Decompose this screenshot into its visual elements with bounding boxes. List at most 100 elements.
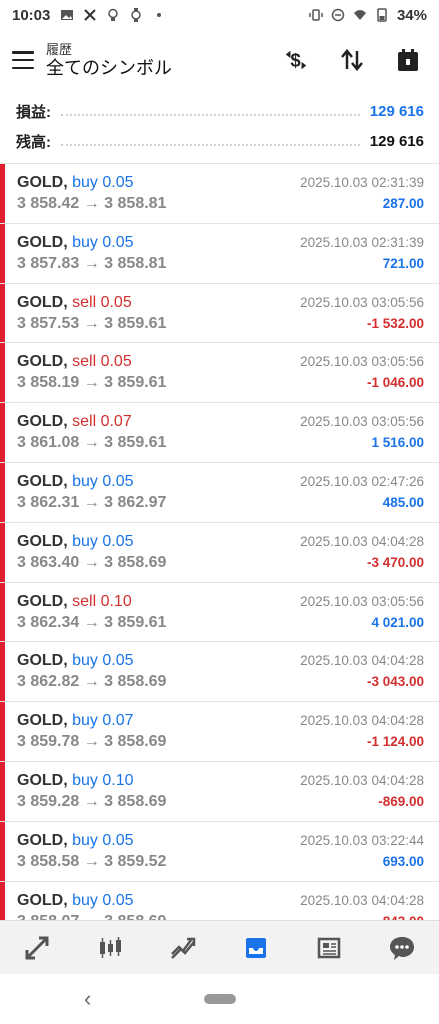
trade-time: 2025.10.03 03:05:56 [300,294,424,310]
trade-row[interactable]: GOLD, sell 0.10 2025.10.03 03:05:56 3 86… [0,582,439,643]
trade-deal: GOLD, buy 0.05 [17,473,134,491]
do-not-disturb-icon [331,8,345,22]
trade-row[interactable]: GOLD, buy 0.05 2025.10.03 04:04:28 3 863… [0,522,439,583]
news-icon[interactable] [312,931,346,965]
profit-row: 損益: 129 616 [0,96,439,126]
dot-icon [157,13,162,17]
trade-deal: GOLD, buy 0.05 [17,652,134,670]
vibrate-icon [309,9,323,21]
balance-value: 129 616 [369,132,424,150]
sort-icon[interactable] [339,47,365,73]
summary-panel: 損益: 129 616 残高: 129 616 [0,96,439,156]
trade-row[interactable]: GOLD, buy 0.05 2025.10.03 02:31:39 3 857… [0,223,439,284]
trade-symbol: GOLD, [17,652,68,670]
trade-side-indicator [0,223,5,283]
trade-symbol: GOLD, [17,293,68,311]
trade-type: sell 0.05 [72,293,132,311]
status-bar: 10:03 34% [0,0,439,30]
trade-prices: 3 862.34 → 3 859.61 [17,613,167,631]
trade-line-1: GOLD, sell 0.05 2025.10.03 03:05:56 [17,294,424,315]
trade-symbol: GOLD, [17,592,68,610]
trade-deal: GOLD, buy 0.05 [17,234,134,252]
trade-line-2: 3 858.42 → 3 858.81 287.00 [17,195,424,216]
trade-row[interactable]: GOLD, buy 0.07 2025.10.03 04:04:28 3 859… [0,702,439,762]
trade-time: 2025.10.03 04:04:28 [300,533,424,549]
history-icon[interactable] [239,931,273,965]
trade-row[interactable]: GOLD, buy 0.05 2025.10.03 02:47:26 3 862… [0,462,439,523]
trade-line-1: GOLD, buy 0.05 2025.10.03 02:31:39 [17,234,424,255]
trade-profit: 693.00 [382,853,424,869]
trade-symbol: GOLD, [17,712,68,730]
trade-prices: 3 857.53 → 3 859.61 [17,314,167,332]
trade-prices: 3 859.28 → 3 858.69 [17,792,167,810]
trade-line-1: GOLD, sell 0.07 2025.10.03 03:05:56 [17,413,424,434]
trade-row[interactable]: GOLD, sell 0.07 2025.10.03 03:05:56 3 86… [0,403,439,463]
trade-type: buy 0.05 [72,174,134,191]
messages-icon[interactable] [385,931,419,965]
trade-deal: GOLD, sell 0.10 [17,593,132,611]
trade-icon[interactable] [166,931,200,965]
trade-type: buy 0.05 [72,472,134,490]
trade-row[interactable]: GOLD, buy 0.05 2025.10.03 04:04:28 3 862… [0,642,439,703]
trade-profit: -3 470.00 [366,554,424,570]
trade-symbol: GOLD, [17,532,68,550]
notification-icons [60,8,166,22]
trade-line-2: 3 862.82 → 3 858.69 -3 043.00 [17,673,424,694]
trade-row[interactable]: GOLD, sell 0.05 2025.10.03 03:05:56 3 85… [0,283,439,344]
chart-icon[interactable] [93,931,127,965]
status-time: 10:03 [12,6,51,24]
currency-exchange-icon[interactable]: $ [283,47,309,73]
trade-line-2: 3 862.31 → 3 862.97 485.00 [17,494,424,515]
balance-label: 残高: [16,133,51,151]
trade-line-1: GOLD, buy 0.05 2025.10.03 02:31:39 [17,174,424,195]
trade-symbol: GOLD, [17,891,68,909]
trade-symbol: GOLD, [17,831,68,849]
trade-history-list[interactable]: GOLD, buy 0.05 2025.10.03 02:31:39 3 858… [0,163,439,920]
trade-deal: GOLD, sell 0.05 [17,294,132,312]
trade-side-indicator [0,343,5,403]
trade-type: buy 0.05 [72,891,134,909]
trade-time: 2025.10.03 04:04:28 [300,772,424,788]
home-pill[interactable] [203,994,236,1004]
trade-line-1: GOLD, buy 0.05 2025.10.03 02:47:26 [17,473,424,494]
lightbulb-icon [108,8,119,21]
trade-line-1: GOLD, buy 0.07 2025.10.03 04:04:28 [17,712,424,733]
page-title: 全てのシンボル [46,57,172,78]
quotes-icon[interactable] [20,931,54,965]
trade-profit: -1 046.00 [366,375,424,391]
trade-deal: GOLD, buy 0.07 [17,712,134,730]
trade-profit: 287.00 [382,196,424,211]
trade-line-1: GOLD, sell 0.10 2025.10.03 03:05:56 [17,593,424,614]
trade-prices: 3 858.07 → 3 858.69 [17,913,166,920]
trade-row[interactable]: GOLD, buy 0.10 2025.10.03 04:04:28 3 859… [0,761,439,822]
trade-side-indicator [0,522,5,582]
hamburger-menu-icon[interactable] [12,51,34,69]
trade-line-2: 3 857.83 → 3 858.81 721.00 [17,255,424,276]
trade-profit: -1 532.00 [366,315,424,331]
trade-side-indicator [0,462,5,522]
title-block[interactable]: 履歴 全てのシンボル [46,42,172,79]
trade-row[interactable]: GOLD, buy 0.05 2025.10.03 03:22:44 3 858… [0,821,439,882]
trade-line-1: GOLD, buy 0.05 2025.10.03 03:22:44 [17,832,424,853]
trade-row[interactable]: GOLD, sell 0.05 2025.10.03 03:05:56 3 85… [0,343,439,404]
battery-level: 34% [396,6,427,24]
trade-profit: -1 124.00 [366,734,424,750]
trade-row[interactable]: GOLD, buy 0.05 2025.10.03 04:04:28 3 858… [0,881,439,920]
svg-text:$: $ [290,50,301,71]
trade-type: buy 0.07 [72,712,134,730]
trade-time: 2025.10.03 03:05:56 [300,354,424,370]
balance-row: 残高: 129 616 [0,126,439,156]
trade-time: 2025.10.03 02:47:26 [300,473,424,489]
trade-profit: 1 516.00 [371,435,424,451]
trade-side-indicator [0,702,5,761]
trade-row[interactable]: GOLD, buy 0.05 2025.10.03 02:31:39 3 858… [0,164,439,224]
calendar-icon[interactable] [395,47,421,73]
trade-side-indicator [0,164,5,223]
trade-deal: GOLD, sell 0.05 [17,353,132,371]
back-icon[interactable]: ‹ [84,986,91,1012]
trade-profit: 4 021.00 [371,614,424,630]
trade-line-2: 3 857.53 → 3 859.61 -1 532.00 [17,315,424,336]
trade-symbol: GOLD, [17,472,68,490]
trade-deal: GOLD, buy 0.05 [17,892,134,910]
trade-symbol: GOLD, [17,771,68,789]
